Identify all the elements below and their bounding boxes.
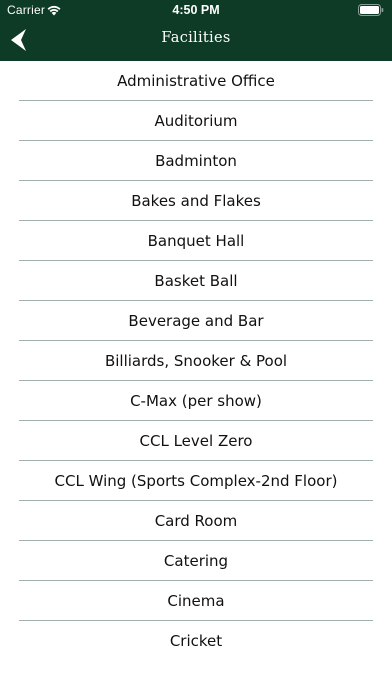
list-item[interactable]: Card Room xyxy=(0,501,392,541)
status-bar: Carrier 4:50 PM xyxy=(0,0,392,20)
page-title: Facilities xyxy=(161,30,231,46)
list-item[interactable]: C-Max (per show) xyxy=(0,381,392,421)
list-item[interactable]: Basket Ball xyxy=(0,261,392,301)
list-item[interactable]: Administrative Office xyxy=(0,61,392,101)
list-item[interactable]: Catering xyxy=(0,541,392,581)
list-item[interactable]: CCL Wing (Sports Complex-2nd Floor) xyxy=(0,461,392,501)
battery-icon xyxy=(358,4,384,16)
list-item[interactable]: CCL Level Zero xyxy=(0,421,392,461)
list-item[interactable]: Auditorium xyxy=(0,101,392,141)
list-item[interactable]: Cinema xyxy=(0,581,392,621)
status-time: 4:50 PM xyxy=(172,3,220,17)
navbar: Facilities xyxy=(0,20,392,61)
list-item[interactable]: Cricket xyxy=(0,621,392,661)
header: Carrier 4:50 PM Facilities xyxy=(0,0,392,61)
list-item[interactable]: Badminton xyxy=(0,141,392,181)
list-item[interactable]: Banquet Hall xyxy=(0,221,392,261)
list-item[interactable]: Bakes and Flakes xyxy=(0,181,392,221)
list-item[interactable]: Beverage and Bar xyxy=(0,301,392,341)
facilities-list: Administrative Office Auditorium Badmint… xyxy=(0,61,392,661)
list-item[interactable]: Billiards, Snooker & Pool xyxy=(0,341,392,381)
